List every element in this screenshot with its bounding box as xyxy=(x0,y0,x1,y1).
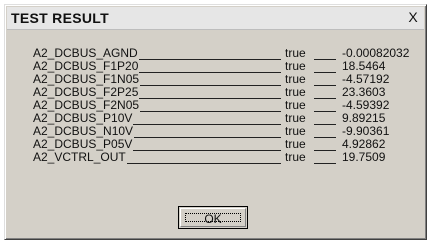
results-list: A2_DCBUS_AGND true -0.00082032 A2_DCBUS_F1P… xyxy=(33,47,418,164)
status-leader-line xyxy=(314,73,336,86)
name-leader-line xyxy=(134,125,281,138)
status-leader-line xyxy=(314,86,336,99)
name-leader-line xyxy=(139,86,281,99)
status-leader-line xyxy=(314,99,336,112)
ok-button-label: OK xyxy=(185,213,241,225)
status-leader-line xyxy=(314,138,336,151)
name-leader-line xyxy=(127,151,281,164)
dialog-title: TEST RESULT xyxy=(11,10,109,26)
result-row: A2_VCTRL_OUT true 19.7509 xyxy=(33,151,418,164)
status-leader-line xyxy=(314,47,336,60)
status-leader-line xyxy=(314,112,336,125)
name-leader-line xyxy=(139,60,281,73)
name-leader-line xyxy=(139,47,281,60)
result-value: 19.7509 xyxy=(342,150,386,164)
name-leader-line xyxy=(133,138,281,151)
status-leader-line xyxy=(314,125,336,138)
name-leader-line xyxy=(140,99,281,112)
status-leader-line xyxy=(314,151,336,164)
ok-button[interactable]: OK xyxy=(178,206,248,229)
title-bar[interactable]: TEST RESULT X xyxy=(7,7,424,30)
close-icon[interactable]: X xyxy=(404,9,422,25)
result-name: A2_VCTRL_OUT xyxy=(33,150,126,164)
result-status: true xyxy=(285,150,306,164)
status-leader-line xyxy=(314,60,336,73)
name-leader-line xyxy=(133,112,281,125)
name-leader-line xyxy=(140,73,281,86)
test-result-dialog: TEST RESULT X A2_DCBUS_AGND true -0.000820… xyxy=(4,4,427,240)
